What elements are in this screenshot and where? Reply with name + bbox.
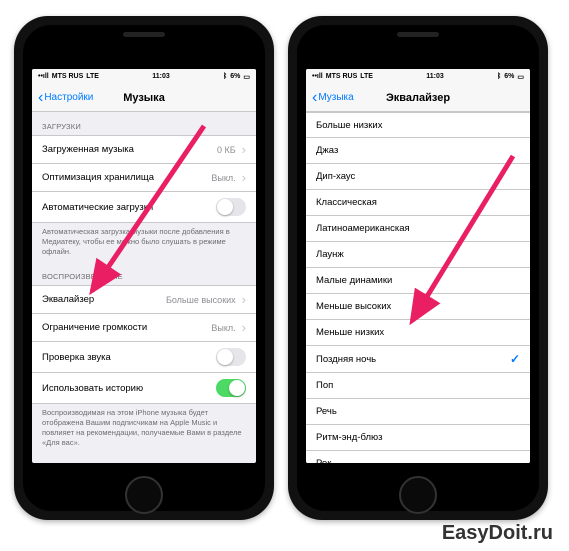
phone-right: ••ıll MTS RUS LTE 11:03 ᛒ 6% ▭ Музыка [288,16,548,520]
eq-option[interactable]: Лаунж [306,242,530,268]
eq-option-label: Больше низких [316,120,382,131]
eq-option[interactable]: Дип-хаус [306,164,530,190]
back-label: Настройки [44,92,93,103]
battery-icon: ▭ [243,73,250,81]
row-equalizer[interactable]: Эквалайзер Больше высоких [32,285,256,314]
row-label: Ограничение громкости [42,322,147,333]
signal-icon: ••ıll [38,73,49,80]
carrier-label: MTS RUS [52,73,84,80]
toggle-auto-downloads[interactable] [216,198,246,216]
row-label: Проверка звука [42,352,111,363]
eq-option[interactable]: Поп [306,373,530,399]
screen-music-settings: ••ıll MTS RUS LTE 11:03 ᛒ 6% ▭ Настройки [32,69,256,463]
nav-bar: Настройки Музыка [32,84,256,112]
row-label: Эквалайзер [42,294,94,305]
auto-downloads-footer: Автоматическая загрузка музыки после доб… [32,223,256,262]
eq-option[interactable]: Меньше высоких [306,294,530,320]
phone-left: ••ıll MTS RUS LTE 11:03 ᛒ 6% ▭ Настройки [14,16,274,520]
row-volume-limit[interactable]: Ограничение громкости Выкл. [32,314,256,342]
checkmark-icon [510,352,520,366]
row-value: Выкл. [211,320,246,335]
eq-option[interactable]: Меньше низких [306,320,530,346]
eq-option-label: Джаз [316,145,338,156]
row-value: 0 КБ [217,142,246,157]
section-home-header: ДОМАШНЯЯ КОЛЛЕКЦИЯ [32,453,256,463]
row-label: Автоматические загрузки [42,202,153,213]
screen-equalizer: ••ıll MTS RUS LTE 11:03 ᛒ 6% ▭ Музыка [306,69,530,463]
row-use-history[interactable]: Использовать историю [32,373,256,404]
eq-option[interactable]: Поздняя ночь [306,346,530,373]
eq-option-label: Дип-хаус [316,171,355,182]
back-button[interactable]: Музыка [312,92,354,103]
eq-option[interactable]: Классическая [306,190,530,216]
status-bar: ••ıll MTS RUS LTE 11:03 ᛒ 6% ▭ [32,69,256,84]
watermark: EasyDoit.ru [442,522,553,545]
section-downloads-header: ЗАГРУЗКИ [32,112,256,135]
row-label: Загруженная музыка [42,144,134,155]
row-label: Использовать историю [42,383,143,394]
bluetooth-icon: ᛒ [223,73,227,80]
nav-title: Эквалайзер [386,92,450,104]
status-time: 11:03 [426,73,444,80]
row-value: Больше высоких [166,292,246,307]
eq-option[interactable]: Рок [306,451,530,463]
row-value: Выкл. [211,170,246,185]
nav-title: Музыка [123,92,165,104]
eq-option[interactable]: Латиноамериканская [306,216,530,242]
eq-option[interactable]: Речь [306,399,530,425]
eq-option[interactable]: Джаз [306,138,530,164]
eq-option-label: Поздняя ночь [316,354,376,365]
eq-option-label: Меньше высоких [316,301,391,312]
back-button[interactable]: Настройки [38,92,93,103]
eq-option-label: Ритм-энд-блюз [316,432,383,443]
eq-option-label: Речь [316,406,337,417]
home-button[interactable] [125,476,163,514]
phone-speaker [397,32,439,37]
nav-bar: Музыка Эквалайзер [306,84,530,112]
history-footer: Воспроизводимая на этом iPhone музыка бу… [32,404,256,453]
row-storage-optimization[interactable]: Оптимизация хранилища Выкл. [32,164,256,192]
back-label: Музыка [318,92,353,103]
eq-option-label: Латиноамериканская [316,223,410,234]
battery-icon: ▭ [517,73,524,81]
eq-option[interactable]: Больше низких [306,112,530,138]
bluetooth-icon: ᛒ [497,73,501,80]
eq-option-label: Малые динамики [316,275,392,286]
status-bar: ••ıll MTS RUS LTE 11:03 ᛒ 6% ▭ [306,69,530,84]
row-downloaded-music[interactable]: Загруженная музыка 0 КБ [32,135,256,164]
row-sound-check[interactable]: Проверка звука [32,342,256,373]
signal-icon: ••ıll [312,73,323,80]
carrier-label: MTS RUS [326,73,358,80]
battery-pct: 6% [504,73,514,80]
eq-option-label: Поп [316,380,333,391]
eq-option-label: Классическая [316,197,377,208]
eq-option-label: Меньше низких [316,327,384,338]
toggle-sound-check[interactable] [216,348,246,366]
eq-option-label: Лаунж [316,249,344,260]
network-label: LTE [360,73,373,80]
equalizer-list: Больше низких Джаз Дип-хаус Классическая Лат… [306,112,530,463]
section-playback-header: ВОСПРОИЗВЕДЕНИЕ [32,262,256,285]
home-button[interactable] [399,476,437,514]
eq-option[interactable]: Ритм-энд-блюз [306,425,530,451]
battery-pct: 6% [230,73,240,80]
phone-speaker [123,32,165,37]
network-label: LTE [86,73,99,80]
row-auto-downloads[interactable]: Автоматические загрузки [32,192,256,223]
eq-option-label: Рок [316,458,331,463]
row-label: Оптимизация хранилища [42,172,154,183]
eq-option[interactable]: Малые динамики [306,268,530,294]
toggle-use-history[interactable] [216,379,246,397]
status-time: 11:03 [152,73,170,80]
